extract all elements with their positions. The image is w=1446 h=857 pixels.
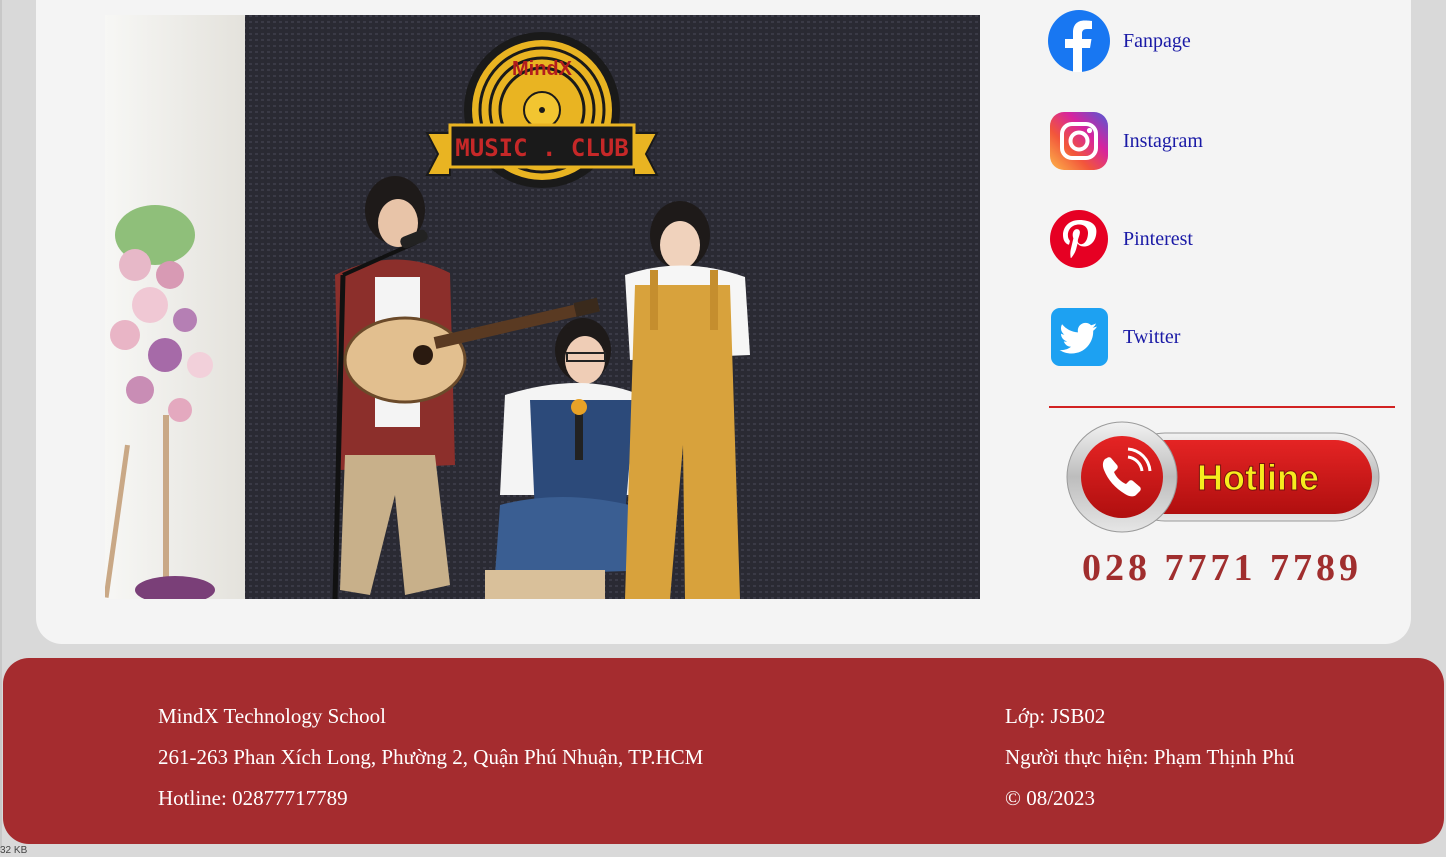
facebook-icon [1048,10,1110,72]
social-label-pinterest[interactable]: Pinterest [1123,228,1193,251]
footer-hotline: Hotline: 02877717789 [158,786,348,810]
footer-author-info: Lớp: JSB02 Người thực hiện: Phạm Thịnh P… [1005,696,1295,819]
sidebar-divider [1049,406,1395,408]
footer-school-info: MindX Technology School 261-263 Phan Xíc… [158,696,703,819]
hotline-badge-graphic: Hotline [1066,421,1380,533]
footer-class: Lớp: JSB02 [1005,704,1106,728]
pinterest-icon [1050,210,1108,268]
instagram-icon [1050,112,1108,170]
social-link-pinterest[interactable]: Pinterest [1048,208,1193,270]
footer: MindX Technology School 261-263 Phan Xíc… [3,658,1444,844]
social-link-instagram[interactable]: Instagram [1048,110,1203,172]
twitter-icon [1051,308,1108,366]
hotline-number: 028 7771 7789 [1082,547,1362,589]
social-label-twitter[interactable]: Twitter [1123,326,1180,349]
social-label-fanpage[interactable]: Fanpage [1123,30,1191,53]
social-link-twitter[interactable]: Twitter [1048,306,1180,368]
music-club-photo: MindX MUSIC . CLUB [105,15,980,599]
footer-author: Người thực hiện: Phạm Thịnh Phú [1005,745,1295,769]
social-label-instagram[interactable]: Instagram [1123,130,1203,153]
logo-top-text: MindX [512,58,573,80]
hotline-badge[interactable]: Hotline [1066,421,1381,533]
footer-copyright: © 08/2023 [1005,786,1096,810]
social-link-fanpage[interactable]: Fanpage [1048,10,1191,72]
hotline-badge-text: Hotline [1197,457,1319,498]
footer-school-name: MindX Technology School [158,704,386,728]
footer-address: 261-263 Phan Xích Long, Phường 2, Quận P… [158,745,704,769]
logo-banner-text: MUSIC . CLUB [455,134,628,162]
status-size-text: 32 KB [0,845,28,856]
window-edge [0,0,2,851]
music-club-photo-illustration: MindX MUSIC . CLUB [105,15,980,599]
